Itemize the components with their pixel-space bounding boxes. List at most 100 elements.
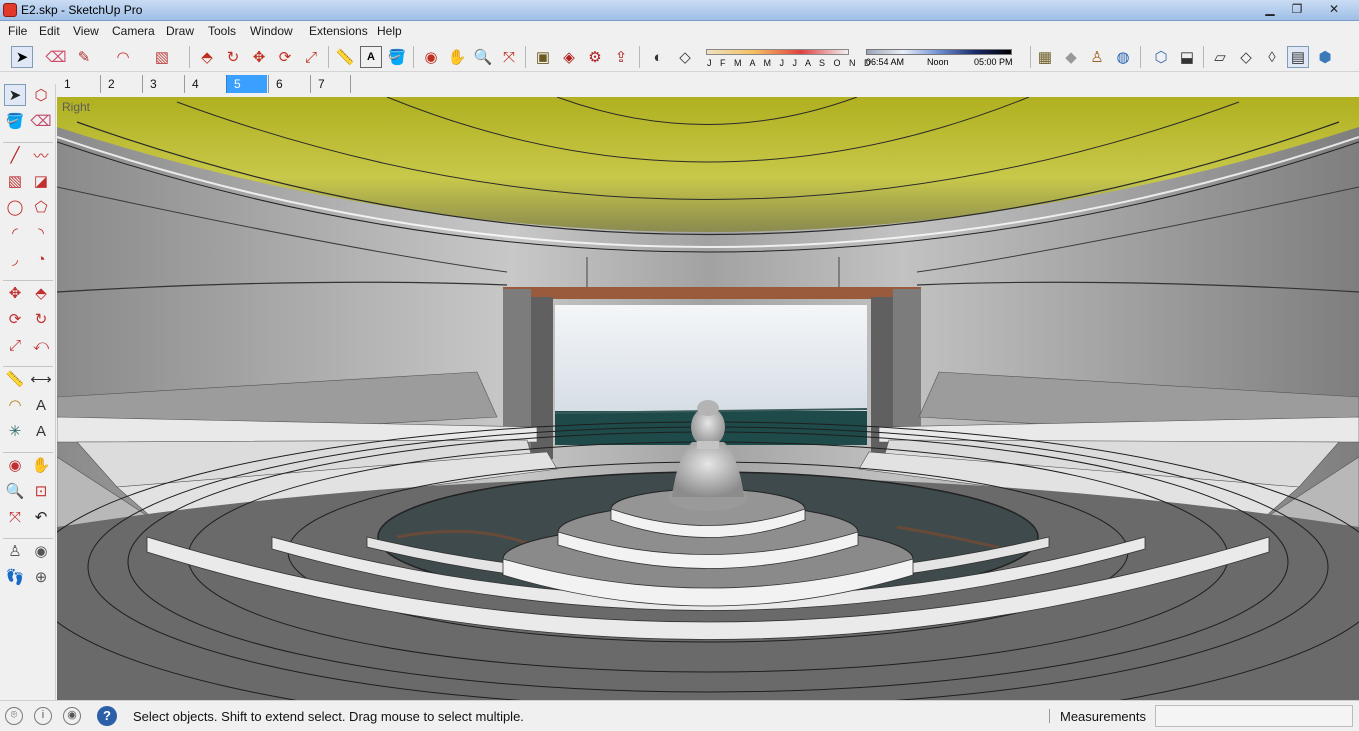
zoom-extents-icon[interactable]: ⤧ — [498, 46, 520, 68]
menu-tools[interactable]: Tools — [208, 24, 236, 38]
extension-warehouse-icon[interactable]: ⚙ — [584, 46, 606, 68]
user-icon[interactable]: ◉ — [63, 707, 81, 725]
components-icon[interactable]: ◈ — [558, 46, 580, 68]
three-point-arc-icon[interactable]: ◞ — [4, 248, 26, 270]
sandbox-icon[interactable]: ◆ — [1060, 46, 1082, 68]
two-point-arc-icon[interactable]: ◝ — [30, 222, 52, 244]
menu-camera[interactable]: Camera — [112, 24, 155, 38]
move-icon[interactable]: ✥ — [248, 46, 270, 68]
shaded-textures-style-icon[interactable]: ▤ — [1287, 46, 1309, 68]
line-tool-icon[interactable]: ╱ — [4, 144, 26, 166]
text-tool-icon[interactable]: A — [30, 394, 52, 416]
orbit-tool-icon[interactable]: ◉ — [4, 454, 26, 476]
zoom-tool-icon[interactable]: 🔍 — [4, 480, 26, 502]
push-pull-icon[interactable]: ⬘ — [196, 46, 218, 68]
close-button[interactable]: ✕ — [1316, 0, 1352, 19]
push-pull-tool-icon[interactable]: ⬘ — [30, 282, 52, 304]
menu-extensions[interactable]: Extensions — [309, 24, 368, 38]
text-icon[interactable]: A — [360, 46, 382, 68]
scene-tab-5[interactable]: 5 — [226, 75, 267, 93]
pencil-icon[interactable]: ✎ — [73, 46, 95, 68]
shadows-icon[interactable]: ◐ — [647, 46, 669, 68]
paint-bucket-icon[interactable]: 🪣 — [386, 46, 408, 68]
menu-window[interactable]: Window — [250, 24, 293, 38]
scale-icon[interactable]: ⤢ — [300, 46, 322, 68]
credits-icon[interactable]: i — [34, 707, 52, 725]
rotate-tool-icon[interactable]: ⟳ — [4, 308, 26, 330]
section-plane-icon[interactable]: ⊕ — [30, 566, 52, 588]
follow-me-tool-icon[interactable]: ↻ — [30, 308, 52, 330]
share-model-icon[interactable]: ⇪ — [610, 46, 632, 68]
scene-tab-3[interactable]: 3 — [142, 75, 183, 93]
shadow-date-slider[interactable]: J F M A M J J A S O N D — [706, 46, 871, 70]
polygon-tool-icon[interactable]: ⬠ — [30, 196, 52, 218]
monochrome-style-icon[interactable]: ⬢ — [1314, 46, 1336, 68]
help-icon[interactable]: ? — [97, 706, 117, 726]
paint-tool-icon[interactable]: 🪣 — [4, 110, 26, 132]
orbit-icon[interactable]: ◉ — [420, 46, 442, 68]
warehouse-icon[interactable]: ▣ — [532, 46, 554, 68]
select-icon[interactable]: ➤ — [11, 46, 33, 68]
menu-file[interactable]: File — [8, 24, 27, 38]
follow-me-icon[interactable]: ↻ — [222, 46, 244, 68]
tape-measure-icon[interactable]: 📏 — [334, 46, 356, 68]
zoom-window-icon[interactable]: ⊡ — [30, 480, 52, 502]
hidden-line-style-icon[interactable]: ◊ — [1261, 46, 1283, 68]
offset-tool-icon[interactable]: ⤺ — [30, 334, 52, 356]
eraser-tool-icon[interactable]: ⌫ — [30, 110, 52, 132]
rotated-rectangle-icon[interactable]: ◪ — [30, 170, 52, 192]
zoom-extents-tool-icon[interactable]: ⤧ — [4, 506, 26, 528]
scene-tab-6[interactable]: 6 — [268, 75, 309, 93]
globe-icon[interactable]: ◍ — [1112, 46, 1134, 68]
3d-text-tool-icon[interactable]: A — [30, 420, 52, 442]
position-camera-icon[interactable]: ♙ — [4, 540, 26, 562]
rotate-icon[interactable]: ⟳ — [274, 46, 296, 68]
geo-location-status-icon[interactable]: ⌾ — [5, 707, 23, 725]
circle-tool-icon[interactable]: ◯ — [4, 196, 26, 218]
top-view-icon[interactable]: ⬓ — [1176, 46, 1198, 68]
pan-tool-icon[interactable]: ✋ — [30, 454, 52, 476]
make-component-icon[interactable]: ⬡ — [30, 84, 52, 106]
tape-measure-tool-icon[interactable]: 📏 — [4, 368, 26, 390]
maximize-button[interactable]: ❐ — [1283, 0, 1311, 19]
arc-icon[interactable]: ◠ — [112, 46, 134, 68]
select-tool-icon[interactable]: ➤ — [4, 84, 26, 106]
scale-tool-icon[interactable]: ⤢ — [4, 334, 26, 356]
menu-edit[interactable]: Edit — [39, 24, 60, 38]
rectangle-icon[interactable]: ▧ — [151, 46, 173, 68]
freehand-tool-icon[interactable]: 〰 — [30, 144, 52, 166]
shadow-time-slider[interactable]: 06:54 AM Noon 05:00 PM — [866, 46, 1014, 70]
menu-help[interactable]: Help — [377, 24, 402, 38]
minimize-button[interactable]: ▁ — [1256, 0, 1284, 19]
move-tool-icon[interactable]: ✥ — [4, 282, 26, 304]
scene-tab-2[interactable]: 2 — [100, 75, 141, 93]
look-around-icon[interactable]: ◉ — [30, 540, 52, 562]
rectangle-tool-icon[interactable]: ▧ — [4, 170, 26, 192]
wireframe-style-icon[interactable]: ◇ — [1235, 46, 1257, 68]
iso-view-icon[interactable]: ⬡ — [1150, 46, 1172, 68]
previous-view-icon[interactable]: ↶ — [30, 506, 52, 528]
zoom-icon[interactable]: 🔍 — [472, 46, 494, 68]
eraser-icon[interactable]: ⌫ — [45, 46, 67, 68]
title-bar: E2.skp - SketchUp Pro ▁ ❐ ✕ — [0, 0, 1359, 21]
model-viewport[interactable]: Right — [57, 97, 1359, 700]
fog-icon[interactable]: ◇ — [674, 46, 696, 68]
measurements-input[interactable] — [1155, 705, 1353, 727]
scene-tab-4[interactable]: 4 — [184, 75, 225, 93]
pan-icon[interactable]: ✋ — [446, 46, 468, 68]
shadow-date-track[interactable] — [706, 49, 849, 55]
pie-tool-icon[interactable]: ◔ — [30, 248, 52, 270]
axes-tool-icon[interactable]: ✳ — [4, 420, 26, 442]
protractor-tool-icon[interactable]: ◠ — [4, 394, 26, 416]
xray-style-icon[interactable]: ▱ — [1209, 46, 1231, 68]
geo-location-icon[interactable]: ▦ — [1034, 46, 1056, 68]
scene-tab-1[interactable]: 1 — [57, 75, 98, 93]
dimension-tool-icon[interactable]: ⟷ — [30, 368, 52, 390]
walk-icon[interactable]: ♙ — [1086, 46, 1108, 68]
menu-view[interactable]: View — [73, 24, 99, 38]
scene-tab-7[interactable]: 7 — [310, 75, 351, 93]
arc-tool-icon[interactable]: ◜ — [4, 222, 26, 244]
shadow-time-track[interactable] — [866, 49, 1012, 55]
walk-tool-icon[interactable]: 👣 — [4, 566, 26, 588]
menu-draw[interactable]: Draw — [166, 24, 194, 38]
